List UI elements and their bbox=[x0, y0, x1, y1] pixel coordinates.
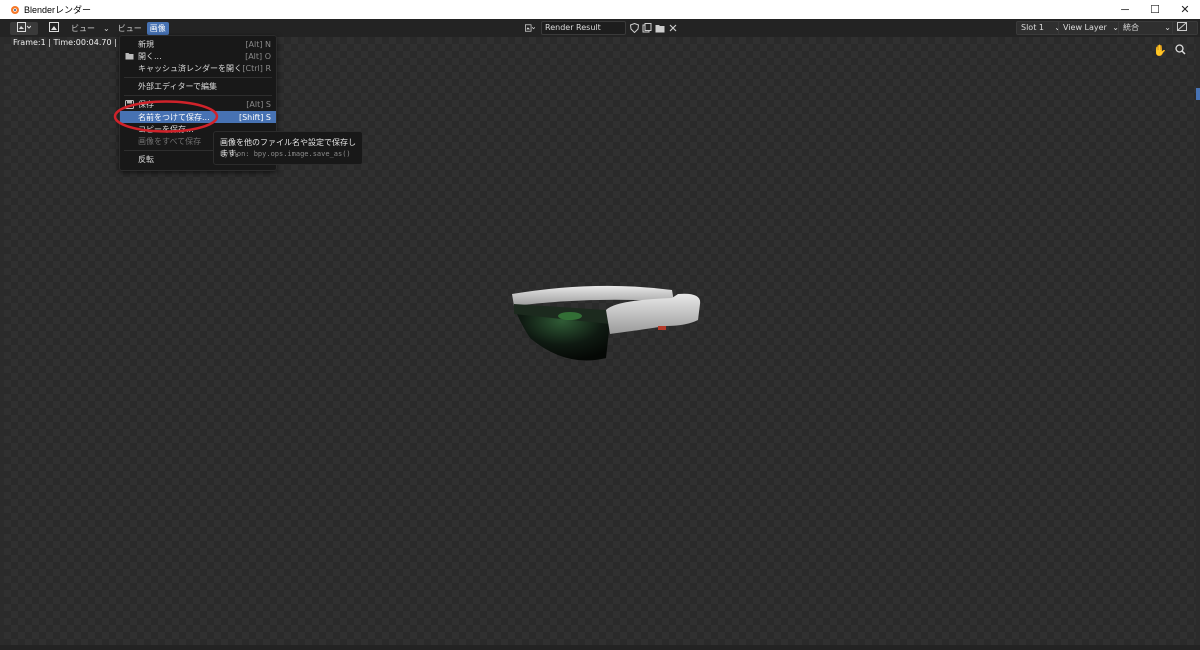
close-window-button[interactable]: ✕ bbox=[1170, 0, 1200, 19]
unlink-close-icon[interactable] bbox=[668, 23, 678, 33]
image-editor-icon bbox=[17, 22, 32, 34]
display-channels-icon bbox=[1177, 22, 1187, 34]
maximize-button[interactable]: ☐ bbox=[1140, 0, 1170, 19]
menu-item-edit-externally-label: 外部エディターで編集 bbox=[138, 81, 217, 91]
blank-icon bbox=[124, 39, 134, 49]
image-browse-icon[interactable] bbox=[525, 23, 535, 33]
image-name-field[interactable]: Render Result bbox=[541, 21, 626, 35]
menu-item-new-shortcut: [Alt] N bbox=[245, 39, 271, 49]
minimize-button[interactable]: ─ bbox=[1110, 0, 1140, 19]
sidebar-toggle-tab[interactable] bbox=[1196, 88, 1200, 100]
menu-item-invert-label: 反転 bbox=[138, 154, 154, 164]
display-channels-dropdown[interactable] bbox=[1172, 21, 1198, 35]
blender-logo-icon bbox=[8, 4, 20, 16]
slot-label: Slot 1 bbox=[1021, 23, 1044, 32]
zoom-icon[interactable] bbox=[1175, 44, 1186, 58]
menu-item-new[interactable]: 新規 [Alt] N bbox=[120, 38, 276, 50]
menu-view-2-label: ビュー bbox=[117, 23, 142, 33]
menu-item-edit-externally[interactable]: 外部エディターで編集 bbox=[120, 80, 276, 92]
new-image-icon[interactable] bbox=[642, 23, 652, 33]
folder-icon bbox=[124, 51, 134, 61]
menu-item-open-cached-render-label: キャッシュ済レンダーを開く bbox=[138, 63, 242, 73]
menu-view-1-label: ビュー bbox=[71, 23, 95, 33]
blank-icon bbox=[124, 154, 134, 164]
menu-item-save-as-shortcut: [Shift] S bbox=[238, 112, 271, 122]
menu-separator bbox=[124, 95, 272, 96]
menu-item-open-label: 開く... bbox=[138, 51, 162, 61]
tooltip-python: Python: bpy.ops.image.save_as() bbox=[220, 150, 351, 158]
menu-separator bbox=[124, 77, 272, 78]
save-as-tooltip: 画像を他のファイル名や設定で保存します。 Python: bpy.ops.ima… bbox=[213, 131, 363, 165]
menu-item-open-cached-render[interactable]: キャッシュ済レンダーを開く [Ctrl] R bbox=[120, 62, 276, 74]
folder-open-icon[interactable] bbox=[655, 23, 665, 33]
menu-item-save-all-images-label: 画像をすべて保存 bbox=[138, 136, 202, 146]
window-title-bar: Blenderレンダー ─ ☐ ✕ bbox=[0, 0, 1200, 19]
menu-item-open[interactable]: 開く... [Alt] O bbox=[120, 50, 276, 62]
view-layer-dropdown[interactable]: View Layer ⌄ bbox=[1058, 21, 1124, 35]
viewport-navigation: ✋ bbox=[1153, 44, 1186, 58]
view-mode-selector[interactable] bbox=[42, 22, 66, 35]
hand-icon[interactable]: ✋ bbox=[1153, 44, 1167, 58]
menu-image[interactable]: 画像 bbox=[146, 21, 169, 35]
shield-icon[interactable] bbox=[629, 23, 639, 33]
menu-image-label: 画像 bbox=[149, 23, 166, 33]
blank-icon bbox=[124, 136, 134, 146]
rendered-headset-image bbox=[512, 285, 701, 361]
menu-item-new-label: 新規 bbox=[138, 39, 154, 49]
view-layer-label: View Layer bbox=[1063, 23, 1107, 32]
status-bar bbox=[0, 645, 1200, 650]
menu-item-open-shortcut: [Alt] O bbox=[245, 51, 271, 61]
blank-icon bbox=[124, 81, 134, 91]
menu-item-save-shortcut: [Alt] S bbox=[246, 99, 271, 109]
blank-icon bbox=[124, 63, 134, 73]
window-title: Blenderレンダー bbox=[24, 5, 92, 15]
render-pass-dropdown[interactable]: 統合 ⌄ bbox=[1118, 21, 1176, 35]
chevron-down-icon: ⌄ bbox=[103, 23, 110, 33]
render-pass-label: 統合 bbox=[1123, 23, 1139, 32]
menu-view-1[interactable]: ビュー ⌄ bbox=[68, 22, 113, 35]
menu-view-2[interactable]: ビュー bbox=[115, 22, 145, 35]
menu-item-open-cached-render-shortcut: [Ctrl] R bbox=[242, 63, 271, 73]
red-highlight-ellipse bbox=[113, 100, 219, 133]
image-browser: Render Result bbox=[522, 21, 678, 35]
image-icon bbox=[49, 22, 59, 34]
editor-type-button[interactable] bbox=[10, 21, 38, 35]
chevron-down-icon: ⌄ bbox=[1164, 23, 1171, 32]
